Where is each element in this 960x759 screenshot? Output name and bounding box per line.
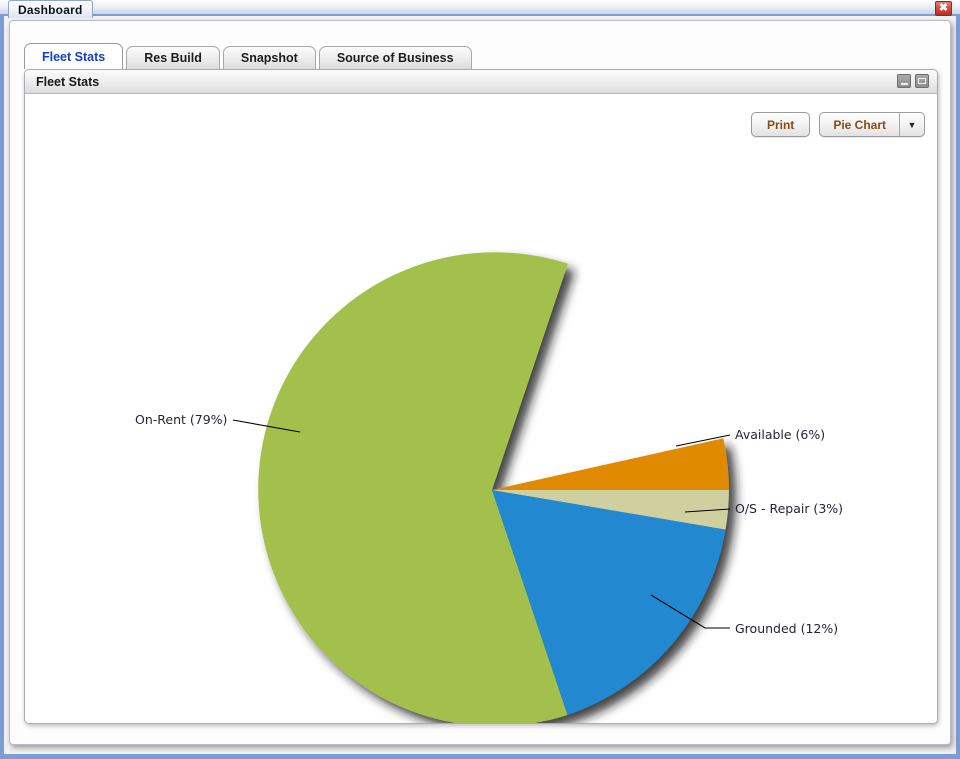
tab-fleet-stats[interactable]: Fleet Stats [24, 43, 123, 69]
document-tab-label: Dashboard [18, 3, 82, 17]
window-border-bottom [0, 754, 960, 759]
tab-label: Fleet Stats [42, 50, 105, 64]
pie-chart: On-Rent (79%) Available (6%) O/S - Repai… [25, 95, 938, 724]
pie-slices [258, 252, 729, 724]
panel-title: Fleet Stats [36, 75, 99, 89]
chart-type-select[interactable]: Pie Chart ▼ [819, 112, 925, 137]
chart-area: Print Pie Chart ▼ [25, 95, 938, 724]
panel-header: Fleet Stats [25, 70, 937, 94]
pie-slice-available[interactable] [492, 438, 729, 490]
chevron-down-icon[interactable]: ▼ [899, 113, 924, 136]
application-window: Dashboard ✖ Fleet Stats Res Build Snapsh… [0, 0, 960, 759]
content-region: Fleet Stats Res Build Snapshot Source of… [9, 20, 951, 745]
tab-res-build[interactable]: Res Build [126, 46, 220, 69]
fleet-stats-panel: Fleet Stats Print Pie Chart [24, 69, 938, 724]
window-inner-left [4, 16, 7, 754]
window-inner-right [953, 16, 956, 754]
chart-type-value: Pie Chart [820, 113, 899, 136]
window-border-right [956, 14, 960, 759]
pie-label-grounded: Grounded (12%) [735, 621, 838, 636]
tab-source-of-business[interactable]: Source of Business [319, 46, 472, 69]
print-button[interactable]: Print [751, 112, 810, 137]
print-button-label: Print [767, 118, 794, 132]
chart-toolbar: Print Pie Chart ▼ [751, 112, 925, 137]
tab-label: Source of Business [337, 51, 454, 65]
collapse-glyph [901, 83, 908, 85]
collapse-icon[interactable] [897, 74, 911, 88]
tab-strip: Fleet Stats Res Build Snapshot Source of… [24, 45, 475, 69]
pie-label-os-repair: O/S - Repair (3%) [735, 501, 843, 516]
tab-snapshot[interactable]: Snapshot [223, 46, 316, 69]
pie-label-on-rent: On-Rent (79%) [135, 412, 227, 427]
pie-label-available: Available (6%) [735, 427, 825, 442]
tab-label: Snapshot [241, 51, 298, 65]
restore-glyph [918, 78, 926, 84]
close-glyph: ✖ [939, 3, 948, 14]
title-bar: Dashboard ✖ [0, 0, 960, 16]
close-icon[interactable]: ✖ [935, 1, 952, 16]
restore-icon[interactable] [915, 74, 929, 88]
panel-tools [897, 74, 929, 88]
tab-label: Res Build [144, 51, 202, 65]
document-tab-dashboard[interactable]: Dashboard [8, 0, 93, 18]
